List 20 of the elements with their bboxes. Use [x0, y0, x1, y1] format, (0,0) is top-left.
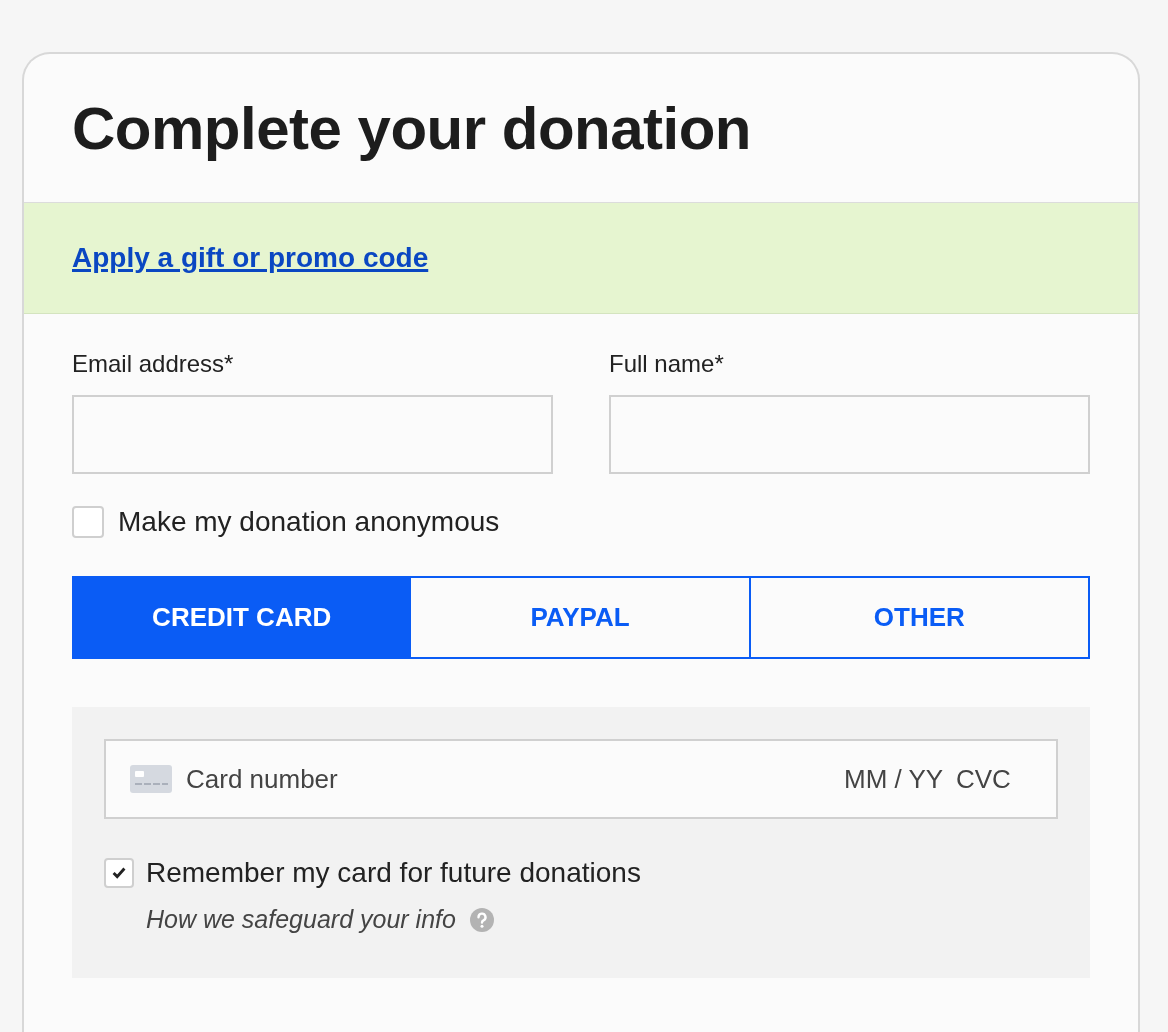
- expiry-field[interactable]: MM / YY: [844, 763, 956, 795]
- checkbox[interactable]: [104, 858, 134, 888]
- checkbox[interactable]: [72, 506, 104, 538]
- field-label: Email address*: [72, 350, 234, 378]
- checkbox-label: Make my donation anonymous: [118, 506, 500, 538]
- payment-tab[interactable]: CREDIT CARD: [72, 576, 412, 659]
- checkbox-label: Remember my card for future donations: [146, 857, 641, 889]
- input-field[interactable]: [609, 395, 1090, 474]
- payment-tab[interactable]: OTHER: [748, 576, 1090, 659]
- card-number-field[interactable]: Card number: [186, 763, 844, 795]
- payment-tab[interactable]: PAYPAL: [409, 576, 751, 659]
- page-title: Complete your donation: [72, 93, 751, 163]
- promo-code-link[interactable]: Apply a gift or promo code: [72, 242, 429, 274]
- card-field[interactable]: Card number MM / YY CVC: [104, 739, 1058, 819]
- field-label: Full name*: [609, 350, 724, 378]
- cvc-field[interactable]: CVC: [956, 763, 1016, 795]
- help-icon[interactable]: [469, 907, 494, 932]
- credit-card-icon: [130, 765, 172, 793]
- input-field[interactable]: [72, 395, 553, 474]
- safeguard-link[interactable]: How we safeguard your info: [146, 905, 456, 934]
